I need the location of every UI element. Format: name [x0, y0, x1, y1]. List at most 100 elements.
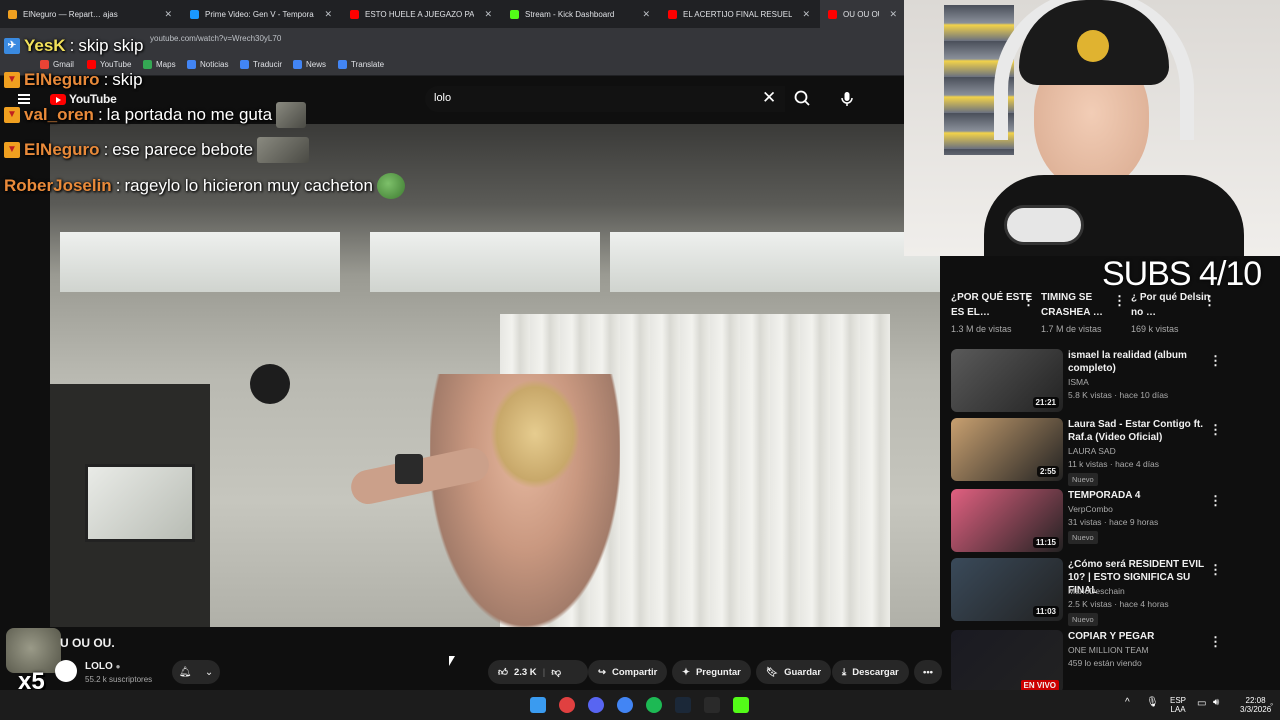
- bookmark-item[interactable]: Maps: [143, 60, 176, 69]
- more-options-icon[interactable]: ⋮: [1209, 493, 1222, 509]
- video-window-right: [610, 232, 940, 292]
- video-title[interactable]: TEMPORADA 4: [1068, 489, 1208, 502]
- close-tab-icon[interactable]: ✕: [642, 9, 650, 20]
- more-options-icon[interactable]: ⋮: [1209, 562, 1222, 578]
- bookmark-item[interactable]: Gmail: [40, 60, 74, 69]
- windows-icon[interactable]: [530, 697, 546, 713]
- channel-name[interactable]: LAURA SAD: [1068, 446, 1116, 456]
- browser-tab[interactable]: ElNegurо — Repart… ajas ✕: [0, 0, 180, 28]
- kick-icon[interactable]: [733, 697, 749, 713]
- bookmark-label[interactable]: News: [306, 60, 326, 69]
- language-indicator[interactable]: ESP LAA: [1170, 696, 1186, 714]
- dislike-icon[interactable]: 👎︎: [551, 666, 561, 678]
- recommended-video[interactable]: 2:55 Laura Sad - Estar Contigo ft. Raf.a …: [951, 418, 1241, 486]
- recommended-video[interactable]: EN VIVO COPIAR Y PEGAR ONE MILLION TEAM 459…: [951, 630, 1241, 694]
- browser-tab[interactable]: OU OU OU. - You ✕: [820, 0, 905, 28]
- search-input[interactable]: lolo: [425, 86, 785, 112]
- url-text[interactable]: youtube.com/watch?v=Wrech30yL70: [150, 34, 281, 43]
- voice-search-button[interactable]: [834, 86, 860, 112]
- spotify-icon[interactable]: [646, 697, 662, 713]
- video-thumbnail[interactable]: 2:55: [951, 418, 1063, 481]
- video-thumbnail[interactable]: 11:15: [951, 489, 1063, 552]
- channel-name[interactable]: ISMA: [1068, 377, 1089, 387]
- bookmark-label[interactable]: Traducir: [253, 60, 282, 69]
- chrome-icon[interactable]: [617, 697, 633, 713]
- video-thumbnail[interactable]: 21:21: [951, 349, 1063, 412]
- video-title[interactable]: ismael la realidad (album completo): [1068, 349, 1208, 375]
- search-icon: [794, 90, 810, 106]
- chat-username: val_oren: [24, 105, 94, 124]
- video-thumbnail[interactable]: EN VIVO: [951, 630, 1063, 693]
- close-tab-icon[interactable]: ✕: [484, 9, 492, 20]
- epic-icon[interactable]: [704, 697, 720, 713]
- video-thumbnail[interactable]: 11:03: [951, 558, 1063, 621]
- close-tab-icon[interactable]: ✕: [324, 9, 332, 20]
- bookmark-item[interactable]: Noticias: [187, 60, 228, 69]
- close-tab-icon[interactable]: ✕: [164, 9, 172, 20]
- notification-button[interactable]: 🔔︎ ⌄: [172, 660, 220, 684]
- bookmark-label[interactable]: Gmail: [53, 60, 74, 69]
- browser-tab[interactable]: Stream - Kick Dashboard ✕: [502, 0, 658, 28]
- more-options-icon[interactable]: ⋮: [1209, 353, 1222, 369]
- bookmark-label[interactable]: Noticias: [200, 60, 228, 69]
- bookmark-item[interactable]: YouTube: [87, 60, 131, 69]
- video-title[interactable]: COPIAR Y PEGAR: [1068, 630, 1208, 643]
- recommended-video[interactable]: 21:21 ismael la realidad (album completo)…: [951, 349, 1241, 413]
- more-options-icon[interactable]: ⋮: [1113, 294, 1126, 307]
- tab-title[interactable]: ElNegurо — Repart… ajas: [23, 10, 154, 19]
- browser-tab[interactable]: EL ACERTIJO FINAL RESUELTO y ✕: [660, 0, 818, 28]
- download-button[interactable]: ⤓ Descargar: [832, 660, 909, 684]
- share-button[interactable]: ↪ Compartir: [588, 660, 668, 684]
- channel-name-text[interactable]: LOLO: [85, 661, 113, 672]
- discord-icon[interactable]: [588, 697, 604, 713]
- like-count[interactable]: 2.3 K: [514, 667, 537, 678]
- more-options-icon[interactable]: ⋮: [1209, 634, 1222, 650]
- browser-tab[interactable]: ESTO HUELE A JUEGAZO PARA ✕: [342, 0, 500, 28]
- tab-title[interactable]: EL ACERTIJO FINAL RESUELTO y: [683, 10, 792, 19]
- close-tab-icon[interactable]: ✕: [802, 9, 810, 20]
- channel-avatar[interactable]: [55, 660, 77, 682]
- more-options-icon[interactable]: ⋮: [1022, 294, 1035, 307]
- save-button[interactable]: 🔖︎ Guardar: [756, 660, 832, 684]
- volume-icon[interactable]: 🔊︎: [1213, 698, 1219, 708]
- steam-icon[interactable]: [675, 697, 691, 713]
- channel-name[interactable]: LOLO ●: [85, 661, 120, 672]
- bookmark-item[interactable]: Traducir: [240, 60, 282, 69]
- bookmark-item[interactable]: Translate: [338, 60, 384, 69]
- cat-emote-icon: [276, 102, 307, 128]
- like-dislike-group[interactable]: 👍︎ 2.3 K | 👎︎: [488, 660, 588, 684]
- recommended-video[interactable]: 11:03 ¿Cómo será RESIDENT EVIL 10? | ESTO…: [951, 558, 1241, 626]
- bookmark-label[interactable]: YouTube: [100, 60, 131, 69]
- close-tab-icon[interactable]: ✕: [889, 9, 897, 20]
- video-title[interactable]: Laura Sad - Estar Contigo ft. Raf.a (Vid…: [1068, 418, 1208, 444]
- channel-name[interactable]: ONE MILLION TEAM: [1068, 645, 1149, 655]
- video-player[interactable]: [50, 124, 940, 627]
- chat-message: ▼ ElNegurо: skip: [4, 70, 143, 90]
- clear-search-icon[interactable]: ✕: [762, 88, 776, 108]
- search-button[interactable]: [788, 86, 818, 112]
- mouse-cursor-icon: [449, 656, 455, 666]
- more-actions-button[interactable]: •••: [914, 660, 942, 684]
- ask-button[interactable]: ✦ Preguntar: [672, 660, 751, 684]
- bookmark-label[interactable]: Maps: [156, 60, 176, 69]
- monitor-icon[interactable]: ▭: [1197, 699, 1206, 709]
- more-options-icon[interactable]: ⋮: [1209, 422, 1222, 438]
- clock[interactable]: 22:08 3/3/2026: [1240, 696, 1271, 714]
- tab-title[interactable]: OU OU OU. - You: [843, 10, 879, 19]
- recommended-video[interactable]: 11:15 TEMPORADA 4 VerpCombo 31 vistas · hac…: [951, 489, 1241, 553]
- tab-title[interactable]: Stream - Kick Dashboard: [525, 10, 632, 19]
- bookmark-item[interactable]: News: [293, 60, 326, 69]
- browser-tab[interactable]: Prime Video: Gen V - Temporada ✕: [182, 0, 340, 28]
- video-window-left: [60, 232, 340, 292]
- channel-name[interactable]: MarioDeschain: [1068, 586, 1125, 596]
- channel-name[interactable]: VerpCombo: [1068, 504, 1113, 514]
- chrome-alt-icon[interactable]: [559, 697, 575, 713]
- like-icon[interactable]: 👍︎: [498, 666, 508, 678]
- chevron-up-icon[interactable]: ^: [1125, 698, 1130, 708]
- tab-title[interactable]: Prime Video: Gen V - Temporada: [205, 10, 314, 19]
- tab-title[interactable]: ESTO HUELE A JUEGAZO PARA: [365, 10, 474, 19]
- microphone-tray-icon[interactable]: 🎙︎: [1146, 698, 1159, 708]
- more-options-icon[interactable]: ⋮: [1203, 294, 1216, 307]
- notification-bell-icon[interactable]: ◦: [1270, 700, 1273, 709]
- bookmark-label[interactable]: Translate: [351, 60, 384, 69]
